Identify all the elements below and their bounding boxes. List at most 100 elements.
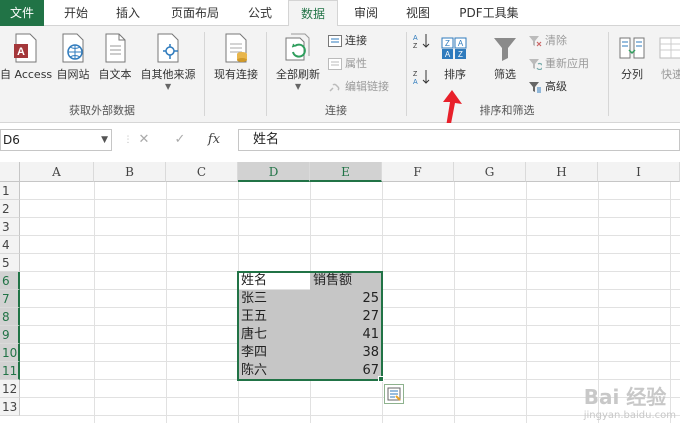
col-header-c[interactable]: C (166, 162, 238, 182)
quick-analysis-button[interactable] (384, 384, 404, 404)
chevron-down-icon: ▼ (295, 82, 302, 91)
from-text-button[interactable]: 自文本 (94, 26, 136, 96)
insert-function-button[interactable]: fx (202, 129, 226, 151)
row-header-7[interactable]: 7 (0, 290, 20, 308)
sort-button[interactable]: Z A A Z 排序 (438, 26, 472, 96)
svg-text:A: A (413, 35, 418, 42)
sort-ascending-button[interactable]: A Z (412, 32, 436, 50)
row-header-1[interactable]: 1 (0, 182, 20, 200)
connections-icon (328, 35, 342, 47)
col-header-i[interactable]: I (598, 162, 680, 182)
flash-fill-icon (659, 37, 680, 59)
row-header-8[interactable]: 8 (0, 308, 20, 326)
ribbon-data: A 自 Access 自网站 自文本 自其他来源 ▼ 获取外部数据 现有连接 全… (0, 26, 680, 134)
group-separator (204, 32, 205, 116)
tab-formulas[interactable]: 公式 (240, 0, 280, 26)
watermark: Bai 经验 jingyan.baidu.com (583, 385, 676, 421)
col-header-f[interactable]: F (382, 162, 454, 182)
gridline (20, 415, 680, 416)
row-header-5[interactable]: 5 (0, 254, 20, 272)
from-access-button[interactable]: A 自 Access (0, 26, 52, 96)
text-to-columns-icon (619, 37, 645, 59)
col-header-g[interactable]: G (454, 162, 526, 182)
connections-button[interactable]: 连接 (328, 32, 367, 50)
row-header-2[interactable]: 2 (0, 200, 20, 218)
col-header-b[interactable]: B (94, 162, 166, 182)
row-header-11[interactable]: 11 (0, 362, 20, 380)
refresh-all-button[interactable]: 全部刷新 ▼ (270, 26, 326, 96)
gridline (526, 182, 527, 423)
text-file-icon (105, 33, 126, 63)
tab-page-layout[interactable]: 页面布局 (162, 0, 228, 26)
advanced-filter-button[interactable]: 高级 (528, 78, 567, 96)
existing-connections-icon (225, 33, 247, 63)
group-label-sort-filter: 排序和筛选 (479, 104, 535, 117)
other-sources-icon (157, 33, 179, 63)
tab-home[interactable]: 开始 (56, 0, 96, 26)
row-header-9[interactable]: 9 (0, 326, 20, 344)
col-header-h[interactable]: H (526, 162, 598, 182)
chevron-down-icon: ▼ (101, 135, 108, 145)
row-header-3[interactable]: 3 (0, 218, 20, 236)
edit-links-button[interactable]: 编辑链接 (328, 78, 389, 96)
tab-insert[interactable]: 插入 (108, 0, 148, 26)
gridline (166, 182, 167, 423)
tab-pdf-tools[interactable]: PDF工具集 (450, 0, 528, 26)
name-box[interactable]: D6 ▼ (0, 129, 112, 151)
flash-fill-button[interactable]: 快速 (652, 26, 680, 96)
quick-analysis-icon (387, 387, 401, 401)
svg-text:A: A (413, 79, 418, 86)
sort-dialog-icon: Z A A Z (441, 37, 467, 59)
refresh-icon (285, 33, 310, 61)
col-header-e[interactable]: E (310, 162, 382, 182)
fill-handle[interactable] (378, 376, 384, 382)
sort-descending-button[interactable]: Z A (412, 68, 436, 86)
enter-button[interactable]: ✓ (168, 129, 192, 151)
advanced-filter-icon (529, 82, 541, 93)
row-header-6[interactable]: 6 (0, 272, 20, 290)
row-header-4[interactable]: 4 (0, 236, 20, 254)
chevron-down-icon: ▼ (165, 82, 172, 91)
reapply-icon (529, 59, 542, 70)
reapply-button[interactable]: 重新应用 (528, 55, 589, 73)
text-to-columns-button[interactable]: 分列 (612, 26, 652, 96)
from-other-sources-button[interactable]: 自其他来源 ▼ (136, 26, 200, 96)
svg-text:A: A (17, 46, 25, 58)
svg-text:A: A (445, 50, 451, 59)
row-header-10[interactable]: 10 (0, 344, 20, 362)
worksheet-grid[interactable]: A B C D E F G H I 1 2 3 4 5 6 7 8 9 10 1… (0, 162, 680, 423)
tab-view[interactable]: 视图 (398, 0, 438, 26)
sort-az-icon: A Z (413, 34, 430, 50)
svg-text:Z: Z (413, 43, 418, 50)
properties-button[interactable]: 属性 (328, 55, 367, 73)
col-header-a[interactable]: A (20, 162, 94, 182)
svg-text:Z: Z (458, 50, 463, 59)
gridline (454, 182, 455, 423)
gridline (20, 235, 680, 236)
tab-review[interactable]: 审阅 (346, 0, 386, 26)
selection-range (237, 271, 383, 381)
from-web-button[interactable]: 自网站 (52, 26, 94, 96)
group-label-connections: 连接 (325, 104, 347, 117)
existing-connections-button[interactable]: 现有连接 (208, 26, 264, 96)
formula-bar: D6 ▼ ⋮ ✕ ✓ fx 姓名 (0, 123, 680, 157)
properties-icon (328, 58, 342, 70)
gridline (20, 199, 680, 200)
tab-file[interactable]: 文件 (0, 0, 44, 26)
tab-data[interactable]: 数据 (288, 0, 338, 27)
svg-text:A: A (458, 39, 464, 48)
ribbon-tab-bar: 文件 开始 插入 页面布局 公式 数据 审阅 视图 PDF工具集 (0, 0, 680, 27)
cancel-button[interactable]: ✕ (132, 129, 156, 151)
gridline (20, 397, 680, 398)
filter-button[interactable]: 筛选 (486, 26, 524, 96)
filter-funnel-icon (494, 38, 516, 61)
select-all-corner[interactable] (0, 162, 20, 182)
formula-input[interactable]: 姓名 (238, 129, 680, 151)
gridline (20, 253, 680, 254)
svg-text:Z: Z (413, 71, 418, 78)
group-label-get-external: 获取外部数据 (69, 104, 135, 117)
col-header-d[interactable]: D (238, 162, 310, 182)
clear-filter-button[interactable]: 清除 (528, 32, 567, 50)
row-header-12[interactable]: 12 (0, 380, 20, 398)
row-header-13[interactable]: 13 (0, 398, 20, 416)
